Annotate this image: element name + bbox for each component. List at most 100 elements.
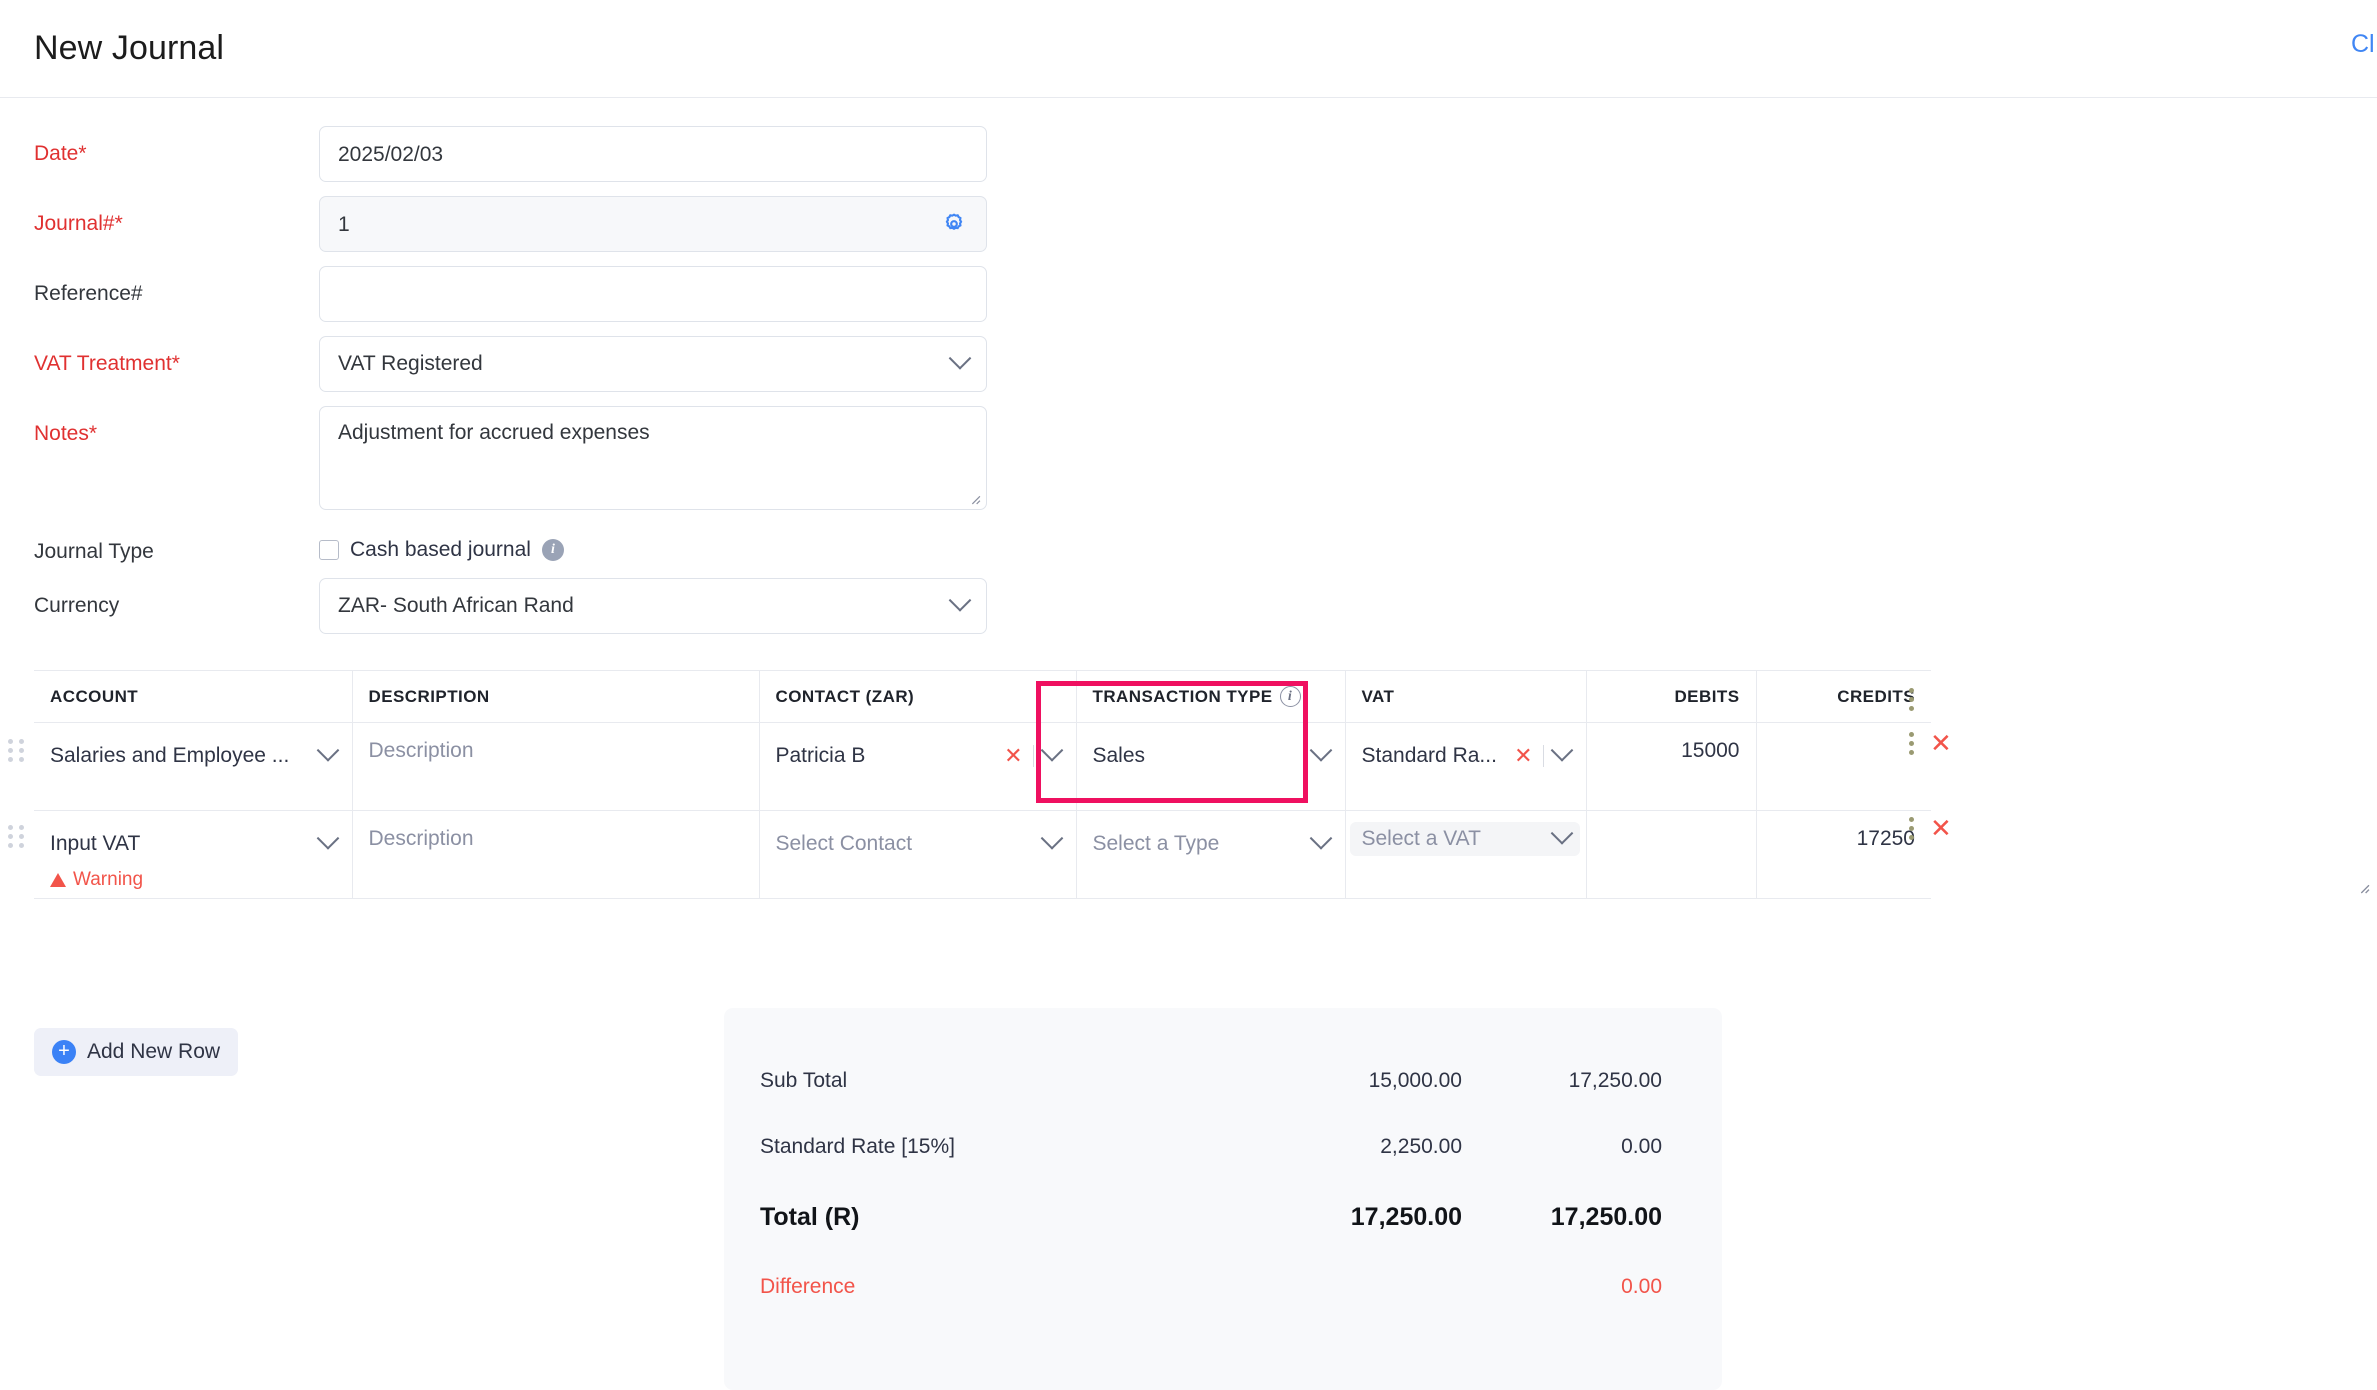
clear-contact-icon[interactable]: ✕ bbox=[1004, 745, 1022, 767]
info-icon[interactable]: i bbox=[1280, 686, 1301, 707]
cell-debits[interactable] bbox=[1586, 811, 1756, 899]
resize-grip-icon[interactable] bbox=[968, 492, 982, 506]
contact-placeholder: Select Contact bbox=[776, 832, 913, 856]
row-controls: ✕ bbox=[1909, 815, 1952, 841]
currency-select[interactable]: ZAR- South African Rand bbox=[319, 578, 987, 634]
column-header-description[interactable]: DESCRIPTION bbox=[352, 671, 759, 723]
delete-row-icon[interactable]: ✕ bbox=[1930, 815, 1952, 841]
cash-based-journal-checkbox-row[interactable]: Cash based journal i bbox=[319, 524, 987, 562]
table-settings-control bbox=[1909, 688, 1914, 711]
warning-icon bbox=[50, 873, 66, 887]
reference-number-field-wrap bbox=[319, 266, 987, 322]
cell-debits[interactable]: 15000 bbox=[1586, 723, 1756, 811]
totals-credit: 0.00 bbox=[1462, 1135, 1662, 1159]
cash-based-journal-checkbox[interactable] bbox=[319, 540, 339, 560]
date-input[interactable]: 2025/02/03 bbox=[319, 126, 987, 182]
form-row-notes: Notes* Adjustment for accrued expenses bbox=[34, 406, 2377, 510]
clear-vat-icon[interactable]: ✕ bbox=[1514, 745, 1532, 767]
description-placeholder: Description bbox=[353, 723, 759, 763]
info-icon[interactable]: i bbox=[542, 539, 564, 561]
journal-number-field-wrap: 1 bbox=[319, 196, 987, 252]
column-header-vat[interactable]: VAT bbox=[1345, 671, 1586, 723]
cell-description[interactable]: Description bbox=[352, 723, 759, 811]
column-header-contact[interactable]: CONTACT (ZAR) bbox=[759, 671, 1076, 723]
line-items-table-wrap: ACCOUNT DESCRIPTION CONTACT (ZAR) TRANSA… bbox=[0, 670, 2377, 899]
totals-row-difference: Difference 0.00 bbox=[760, 1254, 1662, 1320]
reference-number-input[interactable] bbox=[319, 266, 987, 322]
vat-treatment-value: VAT Registered bbox=[338, 352, 483, 376]
notes-field-wrap: Adjustment for accrued expenses bbox=[319, 406, 987, 510]
description-placeholder: Description bbox=[353, 811, 759, 851]
form-row-date: Date* 2025/02/03 bbox=[34, 126, 2377, 182]
table-column-settings-icon[interactable] bbox=[1909, 688, 1914, 711]
vat-treatment-select[interactable]: VAT Registered bbox=[319, 336, 987, 392]
divider bbox=[1543, 745, 1544, 767]
currency-field-wrap: ZAR- South African Rand bbox=[319, 578, 987, 634]
vat-treatment-field-wrap: VAT Registered bbox=[319, 336, 987, 392]
totals-credit: 0.00 bbox=[1462, 1275, 1662, 1299]
notes-textarea[interactable]: Adjustment for accrued expenses bbox=[319, 406, 987, 510]
add-new-row-label: Add New Row bbox=[87, 1040, 220, 1064]
notes-value: Adjustment for accrued expenses bbox=[338, 421, 650, 444]
page-title: New Journal bbox=[34, 29, 224, 68]
journal-type-label: Journal Type bbox=[34, 524, 319, 564]
reference-number-label: Reference# bbox=[34, 266, 319, 306]
chevron-down-icon[interactable] bbox=[1309, 739, 1332, 762]
journal-number-value: 1 bbox=[338, 214, 350, 235]
cell-vat[interactable]: Select a VAT bbox=[1345, 811, 1586, 899]
totals-panel: Sub Total 15,000.00 17,250.00 Standard R… bbox=[724, 1008, 1722, 1390]
cell-account[interactable]: Input VAT Warning bbox=[34, 811, 352, 899]
cell-transaction-type[interactable]: Sales bbox=[1076, 723, 1345, 811]
form-row-journal-type: Journal Type Cash based journal i bbox=[34, 524, 2377, 564]
chevron-down-icon[interactable] bbox=[1040, 827, 1063, 850]
resize-grip-icon[interactable] bbox=[2357, 881, 2371, 895]
totals-label: Standard Rate [15%] bbox=[760, 1135, 1262, 1159]
account-value: Input VAT bbox=[50, 832, 140, 856]
form-row-journal-number: Journal#* 1 bbox=[34, 196, 2377, 252]
totals-row-sub-total: Sub Total 15,000.00 17,250.00 bbox=[760, 1048, 1662, 1114]
column-header-transaction-type[interactable]: TRANSACTION TYPEi bbox=[1076, 671, 1345, 723]
chevron-down-icon[interactable] bbox=[1309, 827, 1332, 850]
journal-number-input[interactable]: 1 bbox=[319, 196, 987, 252]
cell-transaction-type[interactable]: Select a Type bbox=[1076, 811, 1345, 899]
credits-value: 17250 bbox=[1757, 811, 1932, 851]
row-more-options-icon[interactable] bbox=[1909, 732, 1914, 755]
row-more-options-icon[interactable] bbox=[1909, 817, 1914, 840]
add-new-row-button[interactable]: + Add New Row bbox=[34, 1028, 238, 1076]
cell-contact[interactable]: Patricia B ✕ bbox=[759, 723, 1076, 811]
chevron-down-icon[interactable] bbox=[1550, 739, 1573, 762]
chevron-down-icon[interactable] bbox=[1550, 822, 1573, 845]
chevron-down-icon[interactable] bbox=[1040, 739, 1063, 762]
gear-icon[interactable] bbox=[941, 211, 967, 237]
form-row-vat-treatment: VAT Treatment* VAT Registered bbox=[34, 336, 2377, 392]
journal-type-field-wrap: Cash based journal i bbox=[319, 524, 987, 562]
plus-circle-icon: + bbox=[52, 1040, 76, 1064]
delete-row-icon[interactable]: ✕ bbox=[1930, 730, 1952, 756]
contact-value: Patricia B bbox=[776, 744, 866, 768]
row-drag-handle[interactable] bbox=[8, 825, 28, 848]
cell-contact[interactable]: Select Contact bbox=[759, 811, 1076, 899]
totals-label: Difference bbox=[760, 1275, 1262, 1299]
account-value: Salaries and Employee ... bbox=[50, 744, 289, 768]
totals-label: Sub Total bbox=[760, 1069, 1262, 1093]
table-row: Input VAT Warning Description bbox=[34, 811, 1931, 899]
header-close-link[interactable]: Cl bbox=[2351, 30, 2377, 59]
cell-account[interactable]: Salaries and Employee ... bbox=[34, 723, 352, 811]
vat-placeholder: Select a VAT bbox=[1362, 827, 1481, 851]
form-row-reference-number: Reference# bbox=[34, 266, 2377, 322]
form-row-currency: Currency ZAR- South African Rand bbox=[34, 578, 2377, 634]
chevron-down-icon[interactable] bbox=[316, 739, 339, 762]
column-header-credits[interactable]: CREDITS bbox=[1756, 671, 1931, 723]
cell-description[interactable]: Description bbox=[352, 811, 759, 899]
row-drag-handle[interactable] bbox=[8, 739, 28, 762]
totals-credit: 17,250.00 bbox=[1462, 1069, 1662, 1093]
column-header-debits[interactable]: DEBITS bbox=[1586, 671, 1756, 723]
cash-based-journal-label: Cash based journal bbox=[350, 538, 531, 562]
row-warning: Warning bbox=[50, 861, 336, 891]
cell-credits[interactable]: 17250 bbox=[1756, 811, 1931, 899]
cell-vat[interactable]: Standard Ra... ✕ bbox=[1345, 723, 1586, 811]
chevron-down-icon[interactable] bbox=[316, 827, 339, 850]
cell-credits[interactable] bbox=[1756, 723, 1931, 811]
journal-number-label: Journal#* bbox=[34, 196, 319, 236]
column-header-account[interactable]: ACCOUNT bbox=[34, 671, 352, 723]
